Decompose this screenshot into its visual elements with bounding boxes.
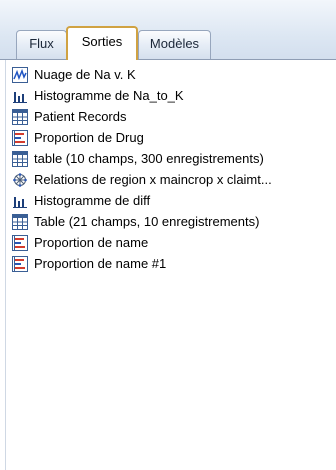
- table-icon: [12, 109, 28, 125]
- list-item[interactable]: Patient Records: [12, 107, 334, 127]
- tab-sorties[interactable]: Sorties: [66, 26, 138, 60]
- outputs-panel: Flux Sorties Modèles Nuage de Na v. K Hi…: [0, 0, 336, 470]
- histogram-icon: [12, 88, 28, 104]
- list-item-label: Histogramme de diff: [34, 193, 151, 208]
- list-item-label: Proportion de Drug: [34, 130, 144, 145]
- list-item[interactable]: Histogramme de diff: [12, 191, 334, 211]
- list-item-label: Proportion de name: [34, 235, 149, 250]
- distribution-icon: [12, 256, 28, 272]
- list-item[interactable]: Relations de region x maincrop x claimt.…: [12, 170, 334, 190]
- distribution-icon: [12, 130, 28, 146]
- list-item-label: Patient Records: [34, 109, 127, 124]
- list-item-label: table (10 champs, 300 enregistrements): [34, 151, 264, 166]
- list-item[interactable]: Proportion de Drug: [12, 128, 334, 148]
- list-item[interactable]: table (10 champs, 300 enregistrements): [12, 149, 334, 169]
- distribution-icon: [12, 235, 28, 251]
- list-item-label: Relations de region x maincrop x claimt.…: [34, 172, 272, 187]
- list-item-label: Proportion de name #1: [34, 256, 167, 271]
- list-item[interactable]: Nuage de Na v. K: [12, 65, 334, 85]
- histogram-icon: [12, 193, 28, 209]
- list-item-label: Table (21 champs, 10 enregistrements): [34, 214, 260, 229]
- table-icon: [12, 151, 28, 167]
- tab-flux[interactable]: Flux: [16, 30, 67, 59]
- list-item[interactable]: Proportion de name #1: [12, 254, 334, 274]
- list-item[interactable]: Proportion de name: [12, 233, 334, 253]
- table-icon: [12, 214, 28, 230]
- tab-modeles[interactable]: Modèles: [138, 30, 211, 59]
- tab-strip: Flux Sorties Modèles: [0, 0, 336, 60]
- list-item[interactable]: Histogramme de Na_to_K: [12, 86, 334, 106]
- outputs-list[interactable]: Nuage de Na v. K Histogramme de Na_to_K: [0, 59, 336, 470]
- list-item-label: Nuage de Na v. K: [34, 67, 136, 82]
- list-item-label: Histogramme de Na_to_K: [34, 88, 184, 103]
- list-item[interactable]: Table (21 champs, 10 enregistrements): [12, 212, 334, 232]
- plot-icon: [12, 67, 28, 83]
- web-icon: [12, 172, 28, 188]
